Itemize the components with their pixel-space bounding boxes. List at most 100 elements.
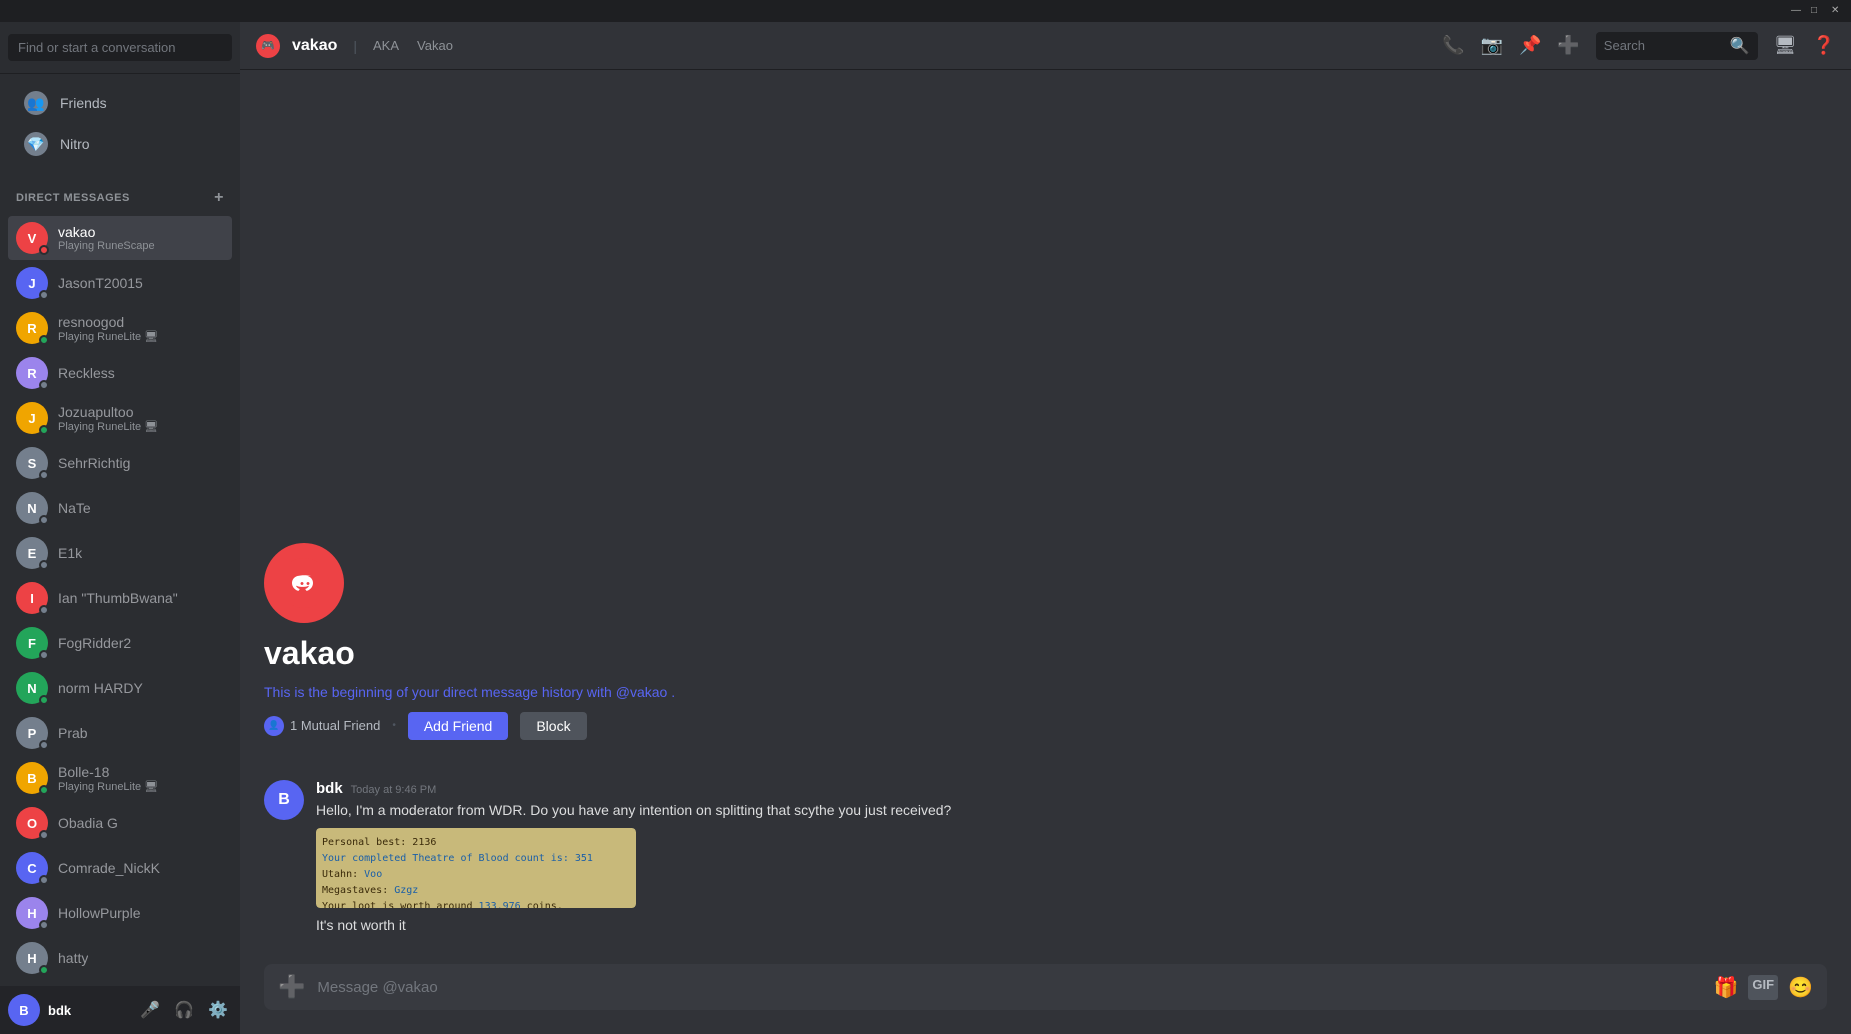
bottom-user-avatar: B [8,994,40,1026]
dm-name-sehrrichtig: SehrRichtig [58,455,130,471]
dm-avatar-hollowpurple: H [16,897,48,929]
bottom-username: bdk [48,1003,128,1018]
chat-input-box: ➕ 🎁 GIF 😊 [264,964,1827,1010]
microphone-icon[interactable]: 🎤 [136,996,164,1024]
dm-list: V vakao Playing RuneScape J JasonT20015 [0,211,240,986]
dm-info-resnoogod: resnoogod Playing RuneLite 🖥 [58,314,158,343]
dm-avatar-ian: I [16,582,48,614]
message-input[interactable] [317,979,1701,996]
dm-avatar-comrade: C [16,852,48,884]
game-line-2: Your completed Theatre of Blood count is… [322,851,630,866]
bottom-icons: 🎤 🎧 ⚙️ [136,996,232,1024]
sidebar-item-nitro[interactable]: 💎 Nitro [8,124,232,164]
table-row: B bdk Today at 9:46 PM Hello, I'm a mode… [264,780,1827,936]
chat-content: vakao This is the beginning of your dire… [240,70,1851,964]
search-input[interactable] [1604,38,1724,53]
dm-info-comrade: Comrade_NickK [58,860,160,876]
dm-item-hollowpurple[interactable]: H HollowPurple [8,891,232,935]
find-conversation-input[interactable] [8,34,232,61]
dm-avatar-obadia: O [16,807,48,839]
game-line-5: Your loot is worth around 133,976 coins. [322,899,630,908]
dm-name-nate: NaTe [58,500,91,516]
search-bar[interactable] [0,22,240,74]
dm-item-jasont20015[interactable]: J JasonT20015 [8,261,232,305]
dm-status-vakao: Playing RuneScape [58,240,155,252]
dm-item-comrade[interactable]: C Comrade_NickK [8,846,232,890]
sidebar-bottom: B bdk 🎤 🎧 ⚙️ [0,986,240,1034]
chat-header-avatar: 🎮 [256,34,280,58]
dm-avatar-reckless: R [16,357,48,389]
dm-avatar-vakao: V [16,222,48,254]
settings-icon[interactable]: ⚙️ [204,996,232,1024]
dm-item-obadia[interactable]: O Obadia G [8,801,232,845]
search-icon: 🔍 [1730,36,1750,56]
dm-name-vakao: vakao [58,224,155,240]
dm-item-jozuapultoo[interactable]: J Jozuapultoo Playing RuneLite 🖥 [8,396,232,440]
dm-item-normhardy[interactable]: N norm HARDY [8,666,232,710]
profile-desc-end: . [671,684,675,700]
dm-avatar-e1k: E [16,537,48,569]
dm-item-sehrrichtig[interactable]: S SehrRichtig [8,441,232,485]
dm-item-e1k[interactable]: E E1k [8,531,232,575]
dm-item-fogridder2[interactable]: F FogRidder2 [8,621,232,665]
profile-avatar-large [264,543,344,623]
message-text-bdk: Hello, I'm a moderator from WDR. Do you … [316,801,1827,821]
dm-info-jozuapultoo: Jozuapultoo Playing RuneLite 🖥 [58,404,158,433]
dm-add-button[interactable]: + [214,189,224,207]
message-followup-bdk: It's not worth it [316,916,1827,936]
dm-avatar-hatty: H [16,942,48,974]
dm-avatar-resnoogod: R [16,312,48,344]
close-button[interactable]: ✕ [1831,5,1843,17]
add-attachment-button[interactable]: ➕ [278,974,305,1000]
screen-icon[interactable]: 🖥 [1774,35,1797,56]
dm-item-vakao[interactable]: V vakao Playing RuneScape [8,216,232,260]
dm-info-normhardy: norm HARDY [58,680,143,696]
chat-header-name: vakao [292,37,337,55]
headphone-icon[interactable]: 🎧 [170,996,198,1024]
messages-area: B bdk Today at 9:46 PM Hello, I'm a mode… [240,764,1851,964]
sidebar-nav: 👥 Friends 💎 Nitro [0,74,240,173]
game-line-4: Megastaves: Gzgz [322,883,630,898]
dm-name-jasont20015: JasonT20015 [58,275,143,291]
dm-item-prab[interactable]: P Prab [8,711,232,755]
sidebar-item-friends[interactable]: 👥 Friends [8,83,232,123]
gift-icon[interactable]: 🎁 [1714,975,1739,1000]
block-button[interactable]: Block [520,712,586,740]
dm-name-ian: Ian "ThumbBwana" [58,590,178,606]
dm-info-bolle18: Bolle-18 Playing RuneLite 🖥 [58,764,158,793]
dm-item-resnoogod[interactable]: R resnoogod Playing RuneLite 🖥 [8,306,232,350]
minimize-button[interactable]: — [1791,5,1803,17]
message-image-bdk: Personal best: 2136 Your completed Theat… [316,828,636,908]
video-icon[interactable]: 📷 [1481,35,1503,56]
add-friend-button[interactable]: Add Friend [408,712,508,740]
dm-name-jozuapultoo: Jozuapultoo [58,404,158,420]
pin-icon[interactable]: 📌 [1519,35,1541,56]
dm-item-ian[interactable]: I Ian "ThumbBwana" [8,576,232,620]
dm-item-bolle18[interactable]: B Bolle-18 Playing RuneLite 🖥 [8,756,232,800]
sidebar: 👥 Friends 💎 Nitro Direct Messages + V va… [0,22,240,1034]
header-search[interactable]: 🔍 [1596,32,1758,60]
dm-item-nate[interactable]: N NaTe [8,486,232,530]
app-body: 👥 Friends 💎 Nitro Direct Messages + V va… [0,22,1851,1034]
dm-item-hatty[interactable]: H hatty [8,936,232,980]
game-line-3: Utahn: Voo [322,867,630,882]
dm-item-reckless[interactable]: R Reckless [8,351,232,395]
help-icon[interactable]: ❓ [1813,35,1835,56]
dm-avatar-normhardy: N [16,672,48,704]
emoji-icon[interactable]: 😊 [1788,975,1813,1000]
call-icon[interactable]: 📞 [1442,35,1464,56]
add-member-icon[interactable]: ➕ [1557,35,1579,56]
mutual-friends: 👤 1 Mutual Friend [264,716,380,736]
titlebar: — □ ✕ [0,0,1851,22]
dm-info-jasont20015: JasonT20015 [58,275,143,291]
gif-button[interactable]: GIF [1748,975,1778,1000]
dm-status-resnoogod: Playing RuneLite 🖥 [58,330,158,343]
dm-name-hollowpurple: HollowPurple [58,905,140,921]
game-line-1: Personal best: 2136 [322,835,630,850]
chat-header: 🎮 vakao | AKA Vakao 📞 📷 📌 ➕ 🔍 🖥 ❓ [240,22,1851,70]
dm-name-obadia: Obadia G [58,815,118,831]
chat-input-area: ➕ 🎁 GIF 😊 [240,964,1851,1034]
profile-desc-text: This is the beginning of your direct mes… [264,684,612,700]
maximize-button[interactable]: □ [1811,5,1823,17]
dm-info-prab: Prab [58,725,88,741]
